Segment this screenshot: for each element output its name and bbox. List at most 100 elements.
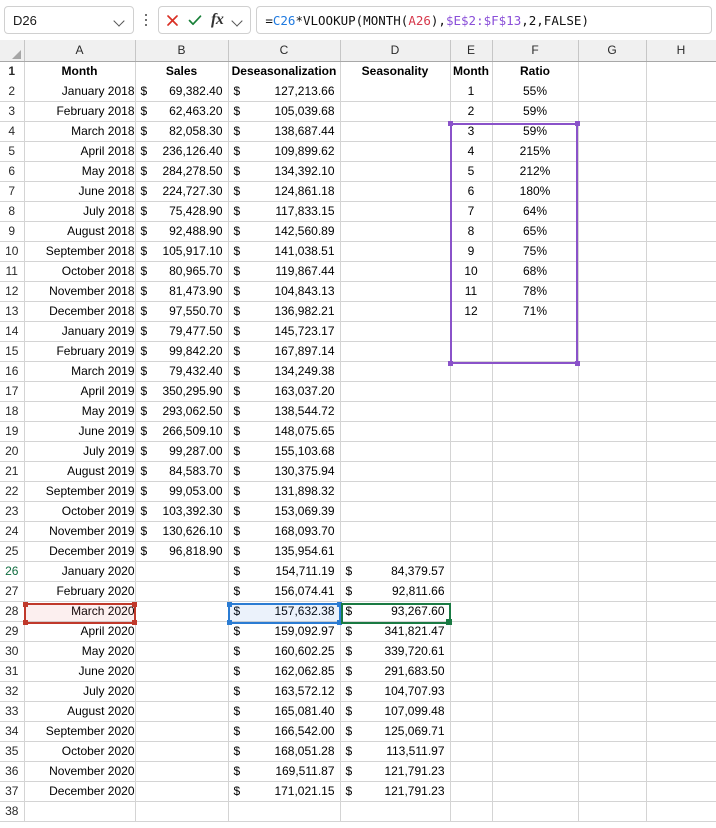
row-header-38[interactable]: 38 xyxy=(0,801,24,821)
cell-D32[interactable]: $104,707.93 xyxy=(340,681,450,701)
cell-D34[interactable]: $125,069.71 xyxy=(340,721,450,741)
cell-B10[interactable]: $105,917.10 xyxy=(135,241,228,261)
cell-D1[interactable]: Seasonality xyxy=(340,61,450,81)
cell-H30[interactable] xyxy=(646,641,716,661)
cell-B19[interactable]: $266,509.10 xyxy=(135,421,228,441)
row-header-24[interactable]: 24 xyxy=(0,521,24,541)
cell-C25[interactable]: $135,954.61 xyxy=(228,541,340,561)
cell-F11[interactable]: 68% xyxy=(492,261,578,281)
cell-F37[interactable] xyxy=(492,781,578,801)
cell-E6[interactable]: 5 xyxy=(450,161,492,181)
cell-A31[interactable]: June 2020 xyxy=(24,661,135,681)
row-header-25[interactable]: 25 xyxy=(0,541,24,561)
cell-G11[interactable] xyxy=(578,261,646,281)
cell-E24[interactable] xyxy=(450,521,492,541)
cell-G8[interactable] xyxy=(578,201,646,221)
cell-A18[interactable]: May 2019 xyxy=(24,401,135,421)
cell-G36[interactable] xyxy=(578,761,646,781)
cell-F5[interactable]: 215% xyxy=(492,141,578,161)
row-header-23[interactable]: 23 xyxy=(0,501,24,521)
column-header-a[interactable]: A xyxy=(24,40,135,61)
cell-C33[interactable]: $165,081.40 xyxy=(228,701,340,721)
cell-B29[interactable] xyxy=(135,621,228,641)
cell-E23[interactable] xyxy=(450,501,492,521)
cell-H34[interactable] xyxy=(646,721,716,741)
cell-C35[interactable]: $168,051.28 xyxy=(228,741,340,761)
cell-E8[interactable]: 7 xyxy=(450,201,492,221)
cell-H17[interactable] xyxy=(646,381,716,401)
cell-C12[interactable]: $104,843.13 xyxy=(228,281,340,301)
cell-E36[interactable] xyxy=(450,761,492,781)
cell-B3[interactable]: $62,463.20 xyxy=(135,101,228,121)
cell-A12[interactable]: November 2018 xyxy=(24,281,135,301)
cell-B9[interactable]: $92,488.90 xyxy=(135,221,228,241)
cell-G27[interactable] xyxy=(578,581,646,601)
cell-A16[interactable]: March 2019 xyxy=(24,361,135,381)
cell-E5[interactable]: 4 xyxy=(450,141,492,161)
cell-F35[interactable] xyxy=(492,741,578,761)
cell-D36[interactable]: $121,791.23 xyxy=(340,761,450,781)
cell-G33[interactable] xyxy=(578,701,646,721)
cell-H12[interactable] xyxy=(646,281,716,301)
cell-H23[interactable] xyxy=(646,501,716,521)
cell-E18[interactable] xyxy=(450,401,492,421)
cell-A21[interactable]: August 2019 xyxy=(24,461,135,481)
row-header-3[interactable]: 3 xyxy=(0,101,24,121)
row-header-37[interactable]: 37 xyxy=(0,781,24,801)
cell-D13[interactable] xyxy=(340,301,450,321)
cell-F38[interactable] xyxy=(492,801,578,821)
cell-A2[interactable]: January 2018 xyxy=(24,81,135,101)
row-header-15[interactable]: 15 xyxy=(0,341,24,361)
cell-E14[interactable] xyxy=(450,321,492,341)
enter-check-icon[interactable] xyxy=(188,14,202,27)
row-header-9[interactable]: 9 xyxy=(0,221,24,241)
cell-H35[interactable] xyxy=(646,741,716,761)
cell-G20[interactable] xyxy=(578,441,646,461)
cell-C17[interactable]: $163,037.20 xyxy=(228,381,340,401)
cell-E33[interactable] xyxy=(450,701,492,721)
cell-E25[interactable] xyxy=(450,541,492,561)
cell-H24[interactable] xyxy=(646,521,716,541)
cell-E27[interactable] xyxy=(450,581,492,601)
cell-H32[interactable] xyxy=(646,681,716,701)
row-header-12[interactable]: 12 xyxy=(0,281,24,301)
cell-C13[interactable]: $136,982.21 xyxy=(228,301,340,321)
cell-G25[interactable] xyxy=(578,541,646,561)
cell-F17[interactable] xyxy=(492,381,578,401)
row-header-11[interactable]: 11 xyxy=(0,261,24,281)
cell-B21[interactable]: $84,583.70 xyxy=(135,461,228,481)
cell-D35[interactable]: $113,511.97 xyxy=(340,741,450,761)
cell-E7[interactable]: 6 xyxy=(450,181,492,201)
cell-G14[interactable] xyxy=(578,321,646,341)
cell-D5[interactable] xyxy=(340,141,450,161)
cell-G5[interactable] xyxy=(578,141,646,161)
cell-D4[interactable] xyxy=(340,121,450,141)
row-header-34[interactable]: 34 xyxy=(0,721,24,741)
cell-B35[interactable] xyxy=(135,741,228,761)
cell-A33[interactable]: August 2020 xyxy=(24,701,135,721)
row-header-20[interactable]: 20 xyxy=(0,441,24,461)
cell-D21[interactable] xyxy=(340,461,450,481)
cell-C6[interactable]: $134,392.10 xyxy=(228,161,340,181)
cell-A36[interactable]: November 2020 xyxy=(24,761,135,781)
cell-A28[interactable]: March 2020 xyxy=(24,601,135,621)
cell-C9[interactable]: $142,560.89 xyxy=(228,221,340,241)
cell-B37[interactable] xyxy=(135,781,228,801)
row-header-33[interactable]: 33 xyxy=(0,701,24,721)
cell-H16[interactable] xyxy=(646,361,716,381)
cell-C32[interactable]: $163,572.12 xyxy=(228,681,340,701)
cell-C29[interactable]: $159,092.97 xyxy=(228,621,340,641)
cell-E28[interactable] xyxy=(450,601,492,621)
cell-E20[interactable] xyxy=(450,441,492,461)
row-header-35[interactable]: 35 xyxy=(0,741,24,761)
row-header-32[interactable]: 32 xyxy=(0,681,24,701)
cell-B13[interactable]: $97,550.70 xyxy=(135,301,228,321)
cell-B18[interactable]: $293,062.50 xyxy=(135,401,228,421)
cell-A29[interactable]: April 2020 xyxy=(24,621,135,641)
cell-G28[interactable] xyxy=(578,601,646,621)
cell-F16[interactable] xyxy=(492,361,578,381)
cell-C18[interactable]: $138,544.72 xyxy=(228,401,340,421)
cell-A8[interactable]: July 2018 xyxy=(24,201,135,221)
row-header-26[interactable]: 26 xyxy=(0,561,24,581)
row-header-27[interactable]: 27 xyxy=(0,581,24,601)
